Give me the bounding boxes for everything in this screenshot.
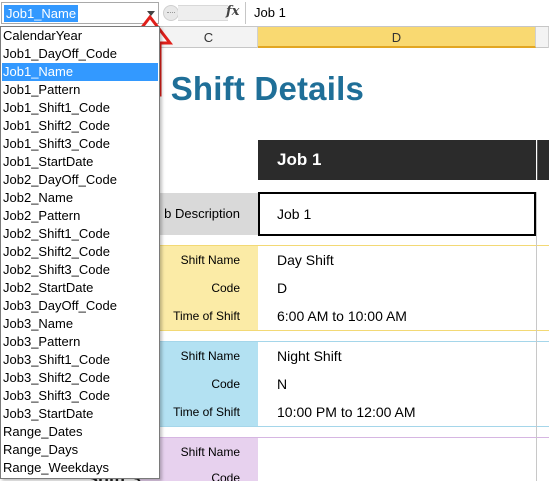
column-header-e[interactable] — [536, 27, 549, 48]
dropdown-item[interactable]: Job2_StartDate — [2, 279, 158, 297]
dropdown-item[interactable]: Job2_Shift2_Code — [2, 243, 158, 261]
dropdown-item[interactable]: Job2_Name — [2, 189, 158, 207]
dropdown-item[interactable]: Job3_Pattern — [2, 333, 158, 351]
dropdown-item[interactable]: Range_Weekdays — [2, 459, 158, 477]
shift2-name-cell[interactable]: Night Shift — [258, 342, 536, 370]
dropdown-item[interactable]: Job3_Shift1_Code — [2, 351, 158, 369]
dropdown-item[interactable]: Job1_Shift2_Code — [2, 117, 158, 135]
dropdown-item[interactable]: Job1_Pattern — [2, 81, 158, 99]
shift1-border-bottom — [140, 330, 549, 331]
dropdown-item[interactable]: Job1_Shift3_Code — [2, 135, 158, 153]
dropdown-item[interactable]: Job1_Shift1_Code — [2, 99, 158, 117]
shift1-code-cell[interactable]: D — [258, 274, 536, 302]
column-header-d[interactable]: D — [258, 27, 536, 48]
dropdown-item[interactable]: Job3_Name — [2, 315, 158, 333]
formula-bar: Job1_Name fx Job 1 — [0, 0, 549, 27]
shift2-code-cell[interactable]: N — [258, 370, 536, 398]
dropdown-item[interactable]: Job2_Pattern — [2, 207, 158, 225]
job-header-cell-right[interactable] — [537, 140, 549, 180]
formula-input[interactable]: Job 1 — [245, 2, 549, 24]
dropdown-item[interactable]: Job2_DayOff_Code — [2, 171, 158, 189]
dropdown-item-selected[interactable]: Job1_Name — [2, 63, 158, 81]
fx-icon[interactable]: fx — [226, 4, 239, 19]
dropdown-item[interactable]: Job3_Shift2_Code — [2, 369, 158, 387]
dropdown-item[interactable]: CalendarYear — [2, 27, 158, 45]
name-box-dropdown[interactable]: CalendarYear Job1_DayOff_Code Job1_Name … — [0, 26, 160, 479]
dropdown-item[interactable]: Job2_Shift3_Code — [2, 261, 158, 279]
shift3-name-cell[interactable] — [258, 438, 536, 466]
dropdown-item[interactable]: Range_Days — [2, 441, 158, 459]
shift1-time-cell[interactable]: 6:00 AM to 10:00 AM — [258, 302, 536, 330]
dropdown-item[interactable]: Range_Dates — [2, 423, 158, 441]
shift1-name-cell[interactable]: Day Shift — [258, 246, 536, 274]
dropdown-item[interactable]: Job3_Shift3_Code — [2, 387, 158, 405]
shift2-time-cell[interactable]: 10:00 PM to 12:00 AM — [258, 398, 536, 426]
job-description-cell[interactable]: Job 1 — [258, 192, 536, 236]
dropdown-item[interactable]: Job3_DayOff_Code — [2, 297, 158, 315]
shift2-border-bottom — [140, 426, 549, 427]
column-divider — [536, 192, 537, 481]
name-box-value[interactable]: Job1_Name — [4, 5, 79, 22]
dropdown-item[interactable]: Job1_DayOff_Code — [2, 45, 158, 63]
job-header-cell[interactable]: Job 1 — [258, 140, 536, 180]
dropdown-item[interactable]: Job3_StartDate — [2, 405, 158, 423]
dropdown-item[interactable]: Job1_StartDate — [2, 153, 158, 171]
dropdown-item[interactable]: Job2_Shift1_Code — [2, 225, 158, 243]
